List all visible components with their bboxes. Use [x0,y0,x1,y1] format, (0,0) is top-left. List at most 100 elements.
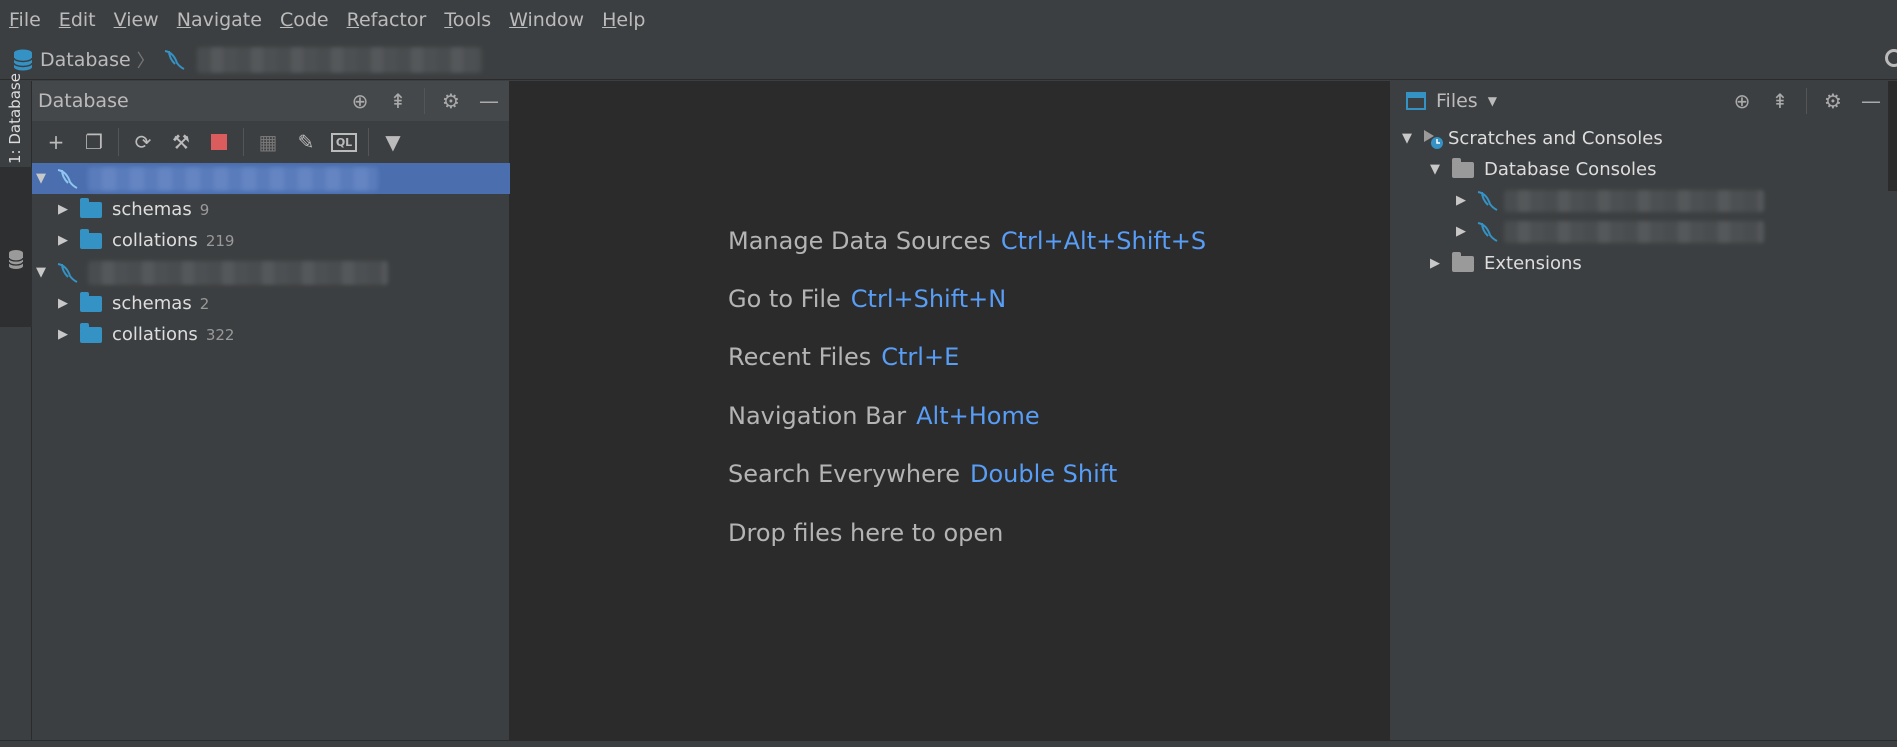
collapse-all-icon[interactable]: ⇞ [1768,89,1792,113]
hide-icon[interactable]: — [1859,89,1883,113]
node-count: 322 [205,325,235,344]
node-label: Database Consoles [1484,159,1657,180]
editor-area[interactable]: Manage Data Sources Ctrl+Alt+Shift+S Go t… [510,81,1389,746]
expand-arrow-icon[interactable]: ▼ [34,265,48,280]
gear-icon[interactable]: ⚙ [439,89,463,113]
menu-window[interactable]: Window [500,9,593,31]
mysql-dolphin-icon [1477,221,1498,242]
menu-code[interactable]: Code [271,9,338,31]
files-panel-header-actions: ⊕ ⇞ ⚙ — [1730,81,1883,121]
node-label: collations [112,324,198,345]
search-icon[interactable] [1885,49,1897,67]
tree-console-1[interactable]: ▶ [1454,185,1764,216]
expand-arrow-icon[interactable]: ▶ [56,327,70,342]
sql-console-icon[interactable]: QL [328,126,360,158]
toolbar-divider [118,128,119,156]
locate-icon[interactable]: ⊕ [348,89,372,113]
header-divider [424,88,425,114]
breadcrumb-separator: 〉 [136,50,155,72]
tree-scratches-and-consoles[interactable]: ▼ Scratches and Consoles [1400,123,1663,154]
expand-arrow-icon[interactable]: ▶ [1428,256,1442,271]
filter-icon[interactable]: ▼ [377,126,409,158]
node-label: Extensions [1484,253,1582,274]
folder-icon [80,322,102,343]
database-panel: Database ⊕ ⇞ ⚙ — + ❐ ⟳ ⚒ ▦ ✎ QL ▼ ▼ ▶ sc… [32,81,510,746]
expand-arrow-icon[interactable]: ▶ [1454,193,1468,208]
database-panel-header-actions: ⊕ ⇞ ⚙ — [348,81,501,121]
database-icon [13,49,33,70]
tree-extensions[interactable]: ▶ Extensions [1428,248,1582,279]
node-count: 2 [199,294,210,313]
expand-arrow-icon[interactable]: ▼ [1428,162,1442,177]
hint-recent-files: Recent Files Ctrl+E [728,343,959,371]
menu-bar: File Edit View Navigate Code Refactor To… [0,0,1897,40]
redacted-datasource-name [196,46,482,73]
redacted-console-name [1504,189,1764,212]
tree-node-collations[interactable]: ▶ collations 219 [32,225,510,256]
tree-node-schemas[interactable]: ▶ schemas 2 [32,288,510,319]
table-editor-icon[interactable]: ▦ [252,126,284,158]
menu-navigate[interactable]: Navigate [168,9,271,31]
datasource-properties-icon[interactable]: ⚒ [165,126,197,158]
refresh-icon[interactable]: ⟳ [127,126,159,158]
hint-shortcut: Ctrl+E [881,343,960,371]
expand-arrow-icon[interactable]: ▶ [56,296,70,311]
stop-icon[interactable] [203,126,235,158]
tree-datasource-2[interactable]: ▼ [32,257,510,288]
tree-database-consoles[interactable]: ▼ Database Consoles [1428,154,1656,185]
navigation-bar: Database 〉 [0,40,1897,80]
node-label: schemas [112,199,192,220]
expand-arrow-icon[interactable]: ▶ [56,202,70,217]
hint-shortcut: Ctrl+Shift+N [850,285,1007,313]
mysql-dolphin-icon [57,168,78,189]
expand-arrow-icon[interactable]: ▶ [1454,224,1468,239]
menu-refactor[interactable]: Refactor [338,9,436,31]
toolbar-divider [243,128,244,156]
redacted-datasource-name [88,166,378,191]
hint-manage-data-sources: Manage Data Sources Ctrl+Alt+Shift+S [728,227,1206,255]
database-stripe-icon [8,250,24,269]
redacted-console-name [1504,220,1764,243]
duplicate-icon[interactable]: ❐ [78,126,110,158]
folder-icon [80,228,102,249]
files-panel-header: Files ▼ ⊕ ⇞ ⚙ — [1390,81,1897,121]
hint-shortcut: Double Shift [970,460,1118,488]
node-count: 219 [205,231,235,250]
hint-text: Drop files here to open [728,519,1004,547]
locate-icon[interactable]: ⊕ [1730,89,1754,113]
database-tool-tab[interactable] [0,167,32,327]
add-icon[interactable]: + [40,126,72,158]
menu-file[interactable]: File [0,9,50,31]
gear-icon[interactable]: ⚙ [1821,89,1845,113]
files-panel-title[interactable]: Files [1436,90,1478,112]
folder-icon [1452,251,1474,272]
hint-navigation-bar: Navigation Bar Alt+Home [728,402,1040,430]
tree-datasource-1[interactable]: ▼ [32,163,510,194]
tree-node-schemas[interactable]: ▶ schemas 9 [32,194,510,225]
edit-icon[interactable]: ✎ [290,126,322,158]
dropdown-caret-icon[interactable]: ▼ [1488,94,1497,108]
hint-shortcut: Ctrl+Alt+Shift+S [1000,227,1207,255]
scratches-icon [1424,129,1443,149]
menu-edit[interactable]: Edit [50,9,105,31]
tree-node-collations[interactable]: ▶ collations 322 [32,319,510,350]
expand-arrow-icon[interactable]: ▶ [56,233,70,248]
menu-view[interactable]: View [105,9,168,31]
tree-console-2[interactable]: ▶ [1454,216,1764,247]
breadcrumb-database[interactable]: Database [40,49,131,71]
menu-help[interactable]: Help [593,9,654,31]
expand-arrow-icon[interactable]: ▼ [34,171,48,186]
node-count: 9 [199,200,210,219]
hint-shortcut: Alt+Home [916,402,1040,430]
expand-arrow-icon[interactable]: ▼ [1400,131,1414,146]
database-tool-tab-label[interactable]: 1: Database [6,73,24,164]
hint-text: Manage Data Sources [728,227,991,255]
hint-text: Search Everywhere [728,460,960,488]
hint-text: Go to File [728,285,841,313]
hide-icon[interactable]: — [477,89,501,113]
files-panel: Files ▼ ⊕ ⇞ ⚙ — ▼ Scratches and Consoles… [1389,81,1897,746]
collapse-all-icon[interactable]: ⇞ [386,89,410,113]
toolbar-divider [368,128,369,156]
menu-tools[interactable]: Tools [435,9,500,31]
right-scrollbar[interactable] [1888,81,1897,191]
